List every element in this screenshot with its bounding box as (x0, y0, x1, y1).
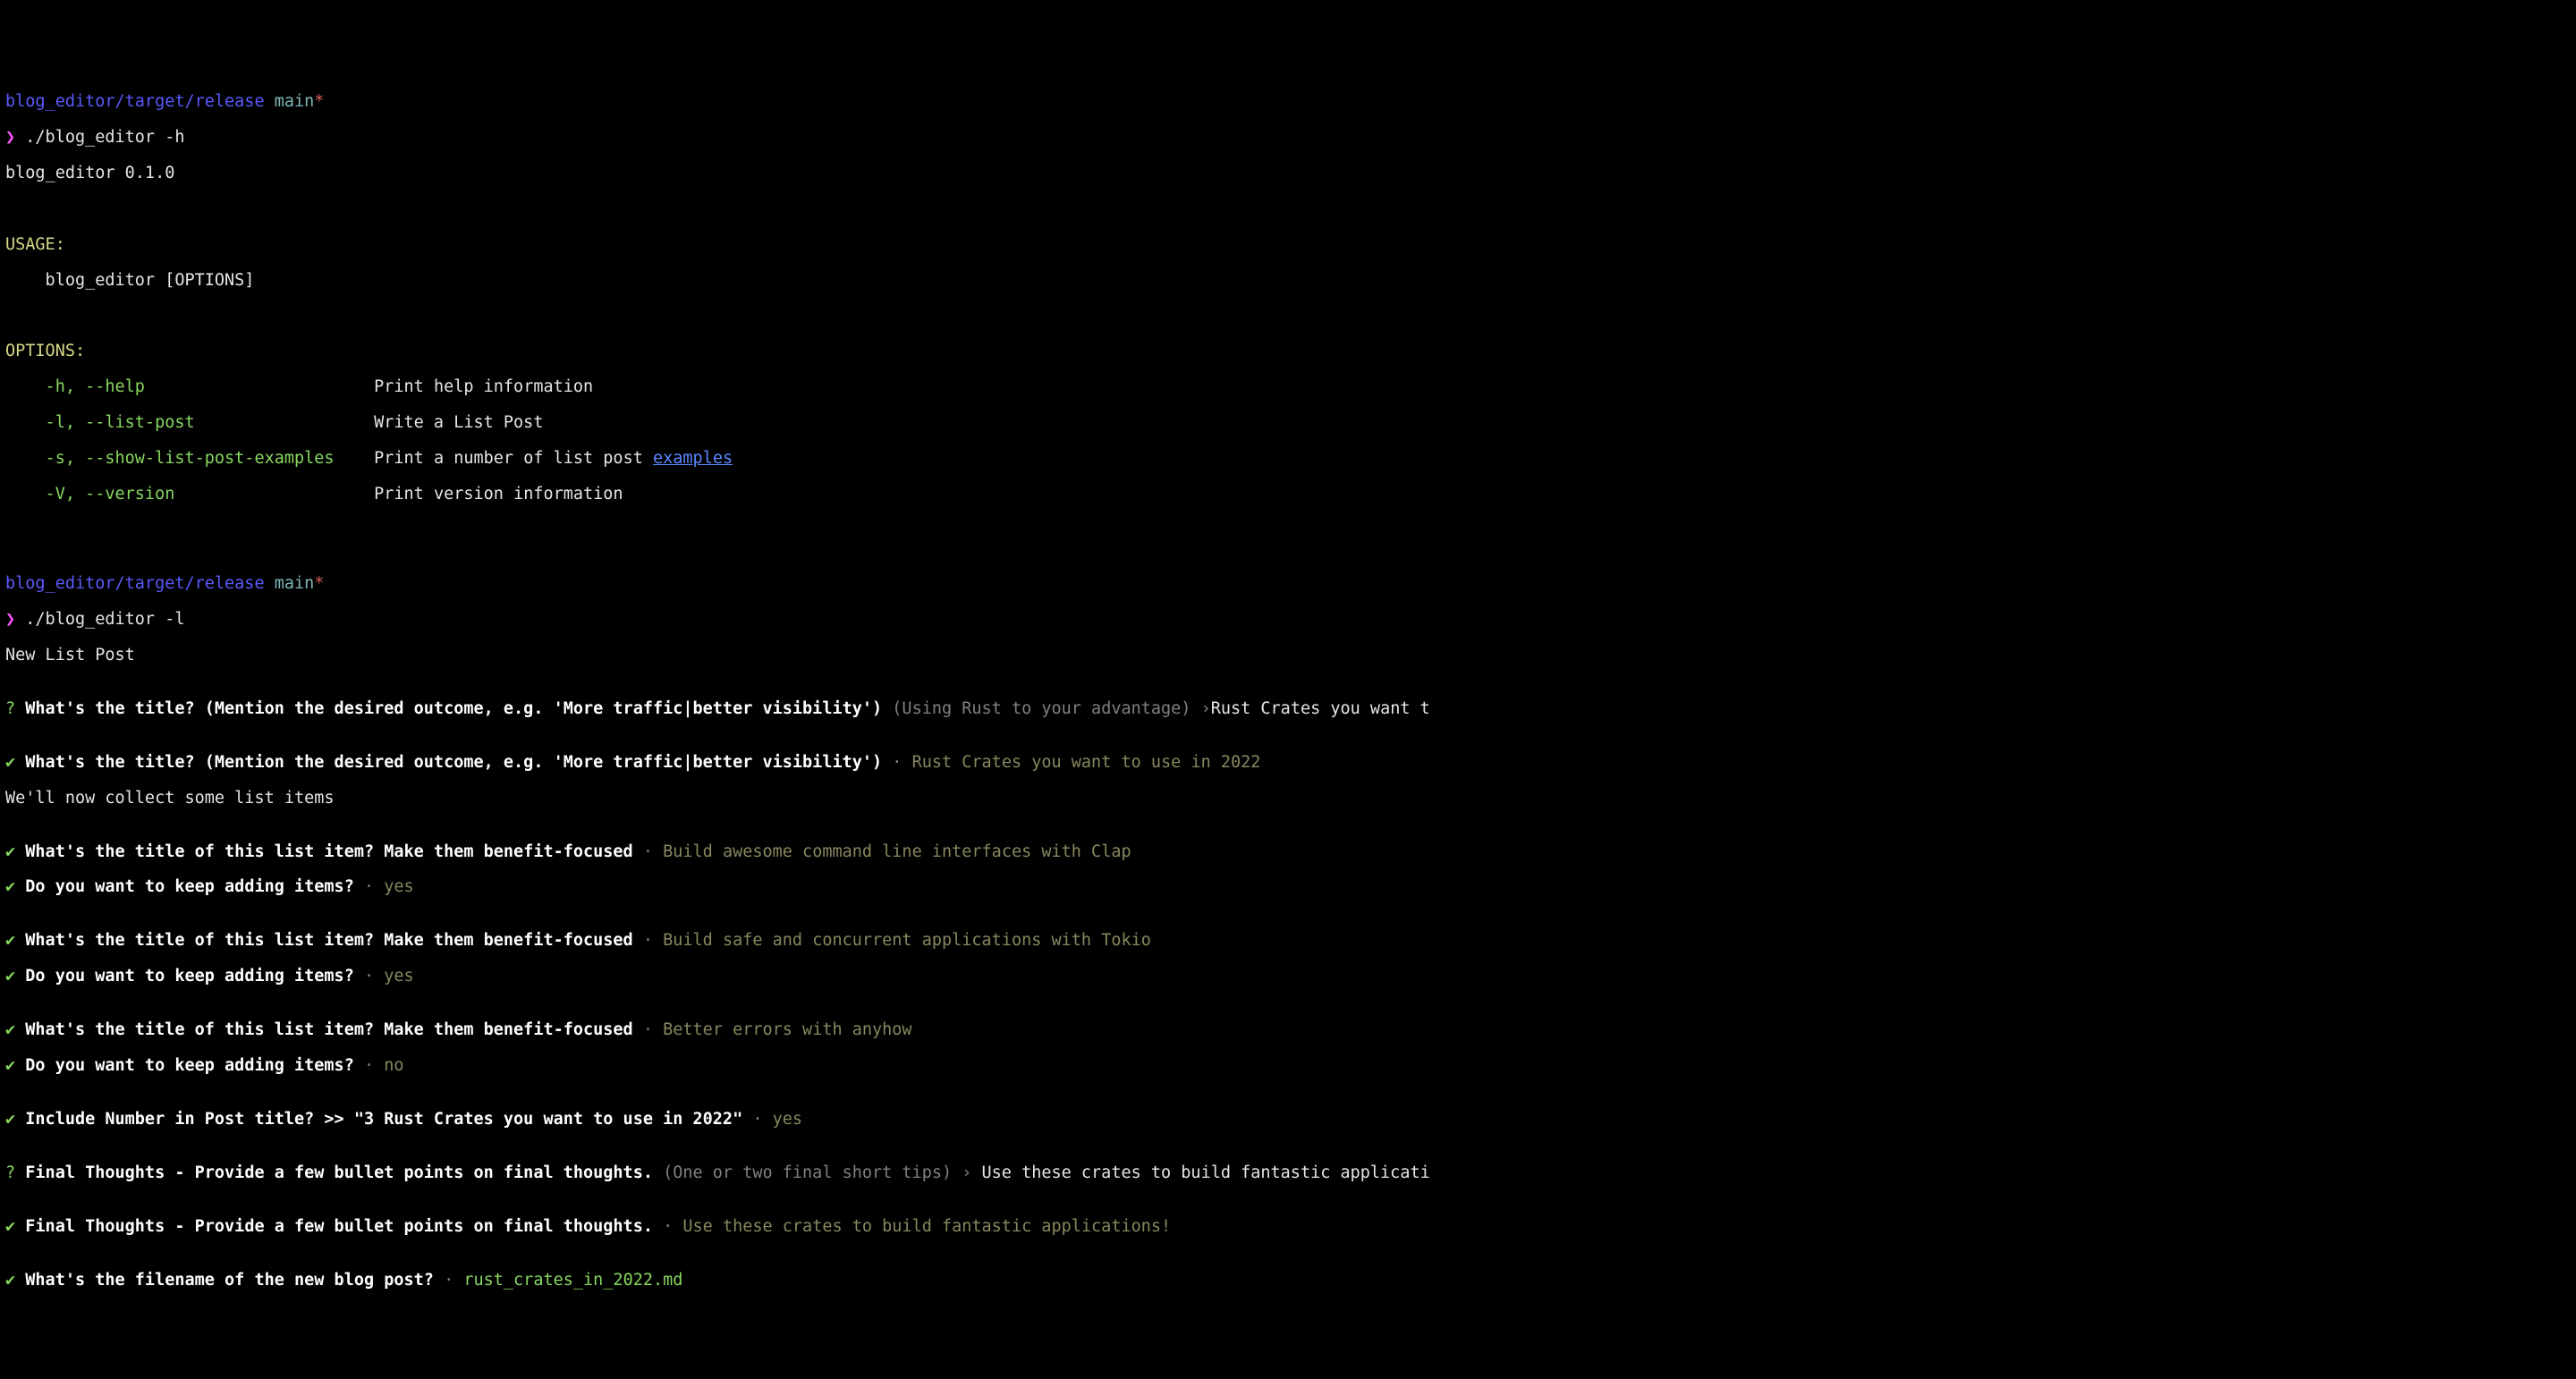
option-desc: Print version information (374, 485, 623, 503)
command-text: ./blog_editor -h (25, 128, 184, 147)
option-row: -V, --version Print version information (5, 486, 2571, 503)
list-item-title-done: ✔ What's the title of this list item? Ma… (5, 843, 2571, 861)
check-icon: ✔ (5, 753, 15, 772)
git-dirty-indicator: * (314, 92, 324, 111)
check-icon: ✔ (5, 931, 15, 950)
check-icon: ✔ (5, 1217, 15, 1236)
check-icon: ✔ (5, 967, 15, 986)
check-icon: ✔ (5, 842, 15, 861)
blank-line (5, 521, 2571, 539)
usage-label: USAGE: (5, 236, 2571, 254)
option-row: -h, --help Print help information (5, 378, 2571, 396)
filename-done: ✔ What's the filename of the new blog po… (5, 1272, 2571, 1290)
question-hint: (One or two final short tips) (653, 1163, 962, 1182)
final-thoughts-done: ✔ Final Thoughts - Provide a few bullet … (5, 1218, 2571, 1236)
check-icon: ✔ (5, 1056, 15, 1075)
answer-text: Build safe and concurrent applications w… (663, 931, 1151, 950)
answer-text: Build awesome command line interfaces wi… (663, 842, 1131, 861)
option-flag: -l, --list-post (5, 413, 195, 432)
collect-items-label: We'll now collect some list items (5, 790, 2571, 808)
answer-text: yes (384, 877, 413, 896)
question-text: What's the title? (Mention the desired o… (15, 699, 882, 718)
prompt-line-1: blog_editor/target/release main* (5, 93, 2571, 111)
examples-link[interactable]: examples (653, 449, 733, 468)
title-question-done: ✔ What's the title? (Mention the desired… (5, 754, 2571, 772)
check-icon: ✔ (5, 877, 15, 896)
answer-text: no (384, 1056, 403, 1075)
options-label: OPTIONS: (5, 343, 2571, 360)
include-number-done: ✔ Include Number in Post title? >> "3 Ru… (5, 1111, 2571, 1129)
option-row: -s, --show-list-post-examples Print a nu… (5, 450, 2571, 468)
question-text: Do you want to keep adding items? (15, 1056, 354, 1075)
list-item-title-done: ✔ What's the title of this list item? Ma… (5, 1021, 2571, 1039)
answer-text: Rust Crates you want to use in 2022 (912, 753, 1261, 772)
command-text: ./blog_editor -l (25, 610, 184, 629)
question-text: Do you want to keep adding items? (15, 877, 354, 896)
blank-line (5, 307, 2571, 325)
caret-icon: › (962, 1163, 981, 1182)
question-text: Do you want to keep adding items? (15, 967, 354, 986)
check-icon: ✔ (5, 1271, 15, 1290)
question-text: What's the title of this list item? Make… (15, 931, 633, 950)
answer-text: Better errors with anyhow (663, 1020, 911, 1039)
question-text: What's the title of this list item? Make… (15, 1020, 633, 1039)
list-item-title-done: ✔ What's the title of this list item? Ma… (5, 932, 2571, 950)
question-hint: (Using Rust to your advantage) (882, 699, 1200, 718)
final-thoughts-active[interactable]: ? Final Thoughts - Provide a few bullet … (5, 1164, 2571, 1182)
answer-text: rust_crates_in_2022.md (463, 1271, 682, 1290)
question-text: Include Number in Post title? >> "3 Rust… (15, 1110, 742, 1129)
git-dirty-indicator: * (314, 574, 324, 593)
title-question-active[interactable]: ? What's the title? (Mention the desired… (5, 700, 2571, 718)
question-text: What's the filename of the new blog post… (15, 1271, 434, 1290)
question-text: What's the title? (Mention the desired o… (15, 753, 882, 772)
option-desc: Print help information (374, 377, 593, 396)
prompt-arrow: ❯ (5, 610, 15, 629)
command-line-1[interactable]: ❯ ./blog_editor -h (5, 129, 2571, 147)
keep-adding-done: ✔ Do you want to keep adding items? · ye… (5, 878, 2571, 896)
cwd-path: blog_editor/target/release (5, 92, 265, 111)
question-mark-icon: ? (5, 1163, 15, 1182)
option-desc: Write a List Post (374, 413, 543, 432)
usage-line: blog_editor [OPTIONS] (5, 272, 2571, 290)
check-icon: ✔ (5, 1020, 15, 1039)
user-input[interactable]: Rust Crates you want t (1211, 699, 1430, 718)
keep-adding-done: ✔ Do you want to keep adding items? · no (5, 1057, 2571, 1075)
answer-text: yes (773, 1110, 802, 1129)
prompt-arrow: ❯ (5, 128, 15, 147)
question-text: Final Thoughts - Provide a few bullet po… (15, 1217, 653, 1236)
answer-text: yes (384, 967, 413, 986)
option-row: -l, --list-post Write a List Post (5, 414, 2571, 432)
option-desc: Print a number of list post (374, 449, 653, 468)
question-mark-icon: ? (5, 699, 15, 718)
keep-adding-done: ✔ Do you want to keep adding items? · ye… (5, 968, 2571, 986)
prompt-line-2: blog_editor/target/release main* (5, 575, 2571, 593)
question-text: Final Thoughts - Provide a few bullet po… (15, 1163, 653, 1182)
git-branch: main (275, 92, 315, 111)
check-icon: ✔ (5, 1110, 15, 1129)
help-name-version: blog_editor 0.1.0 (5, 165, 2571, 182)
cwd-path: blog_editor/target/release (5, 574, 265, 593)
question-text: What's the title of this list item? Make… (15, 842, 633, 861)
blank-line (5, 200, 2571, 218)
option-flag: -V, --version (5, 485, 174, 503)
user-input[interactable]: Use these crates to build fantastic appl… (982, 1163, 1430, 1182)
caret-icon: › (1201, 699, 1211, 718)
git-branch: main (275, 574, 315, 593)
command-line-2[interactable]: ❯ ./blog_editor -l (5, 611, 2571, 629)
option-flag: -h, --help (5, 377, 145, 396)
answer-text: Use these crates to build fantastic appl… (682, 1217, 1171, 1236)
session-header: New List Post (5, 647, 2571, 664)
option-flag: -s, --show-list-post-examples (5, 449, 335, 468)
